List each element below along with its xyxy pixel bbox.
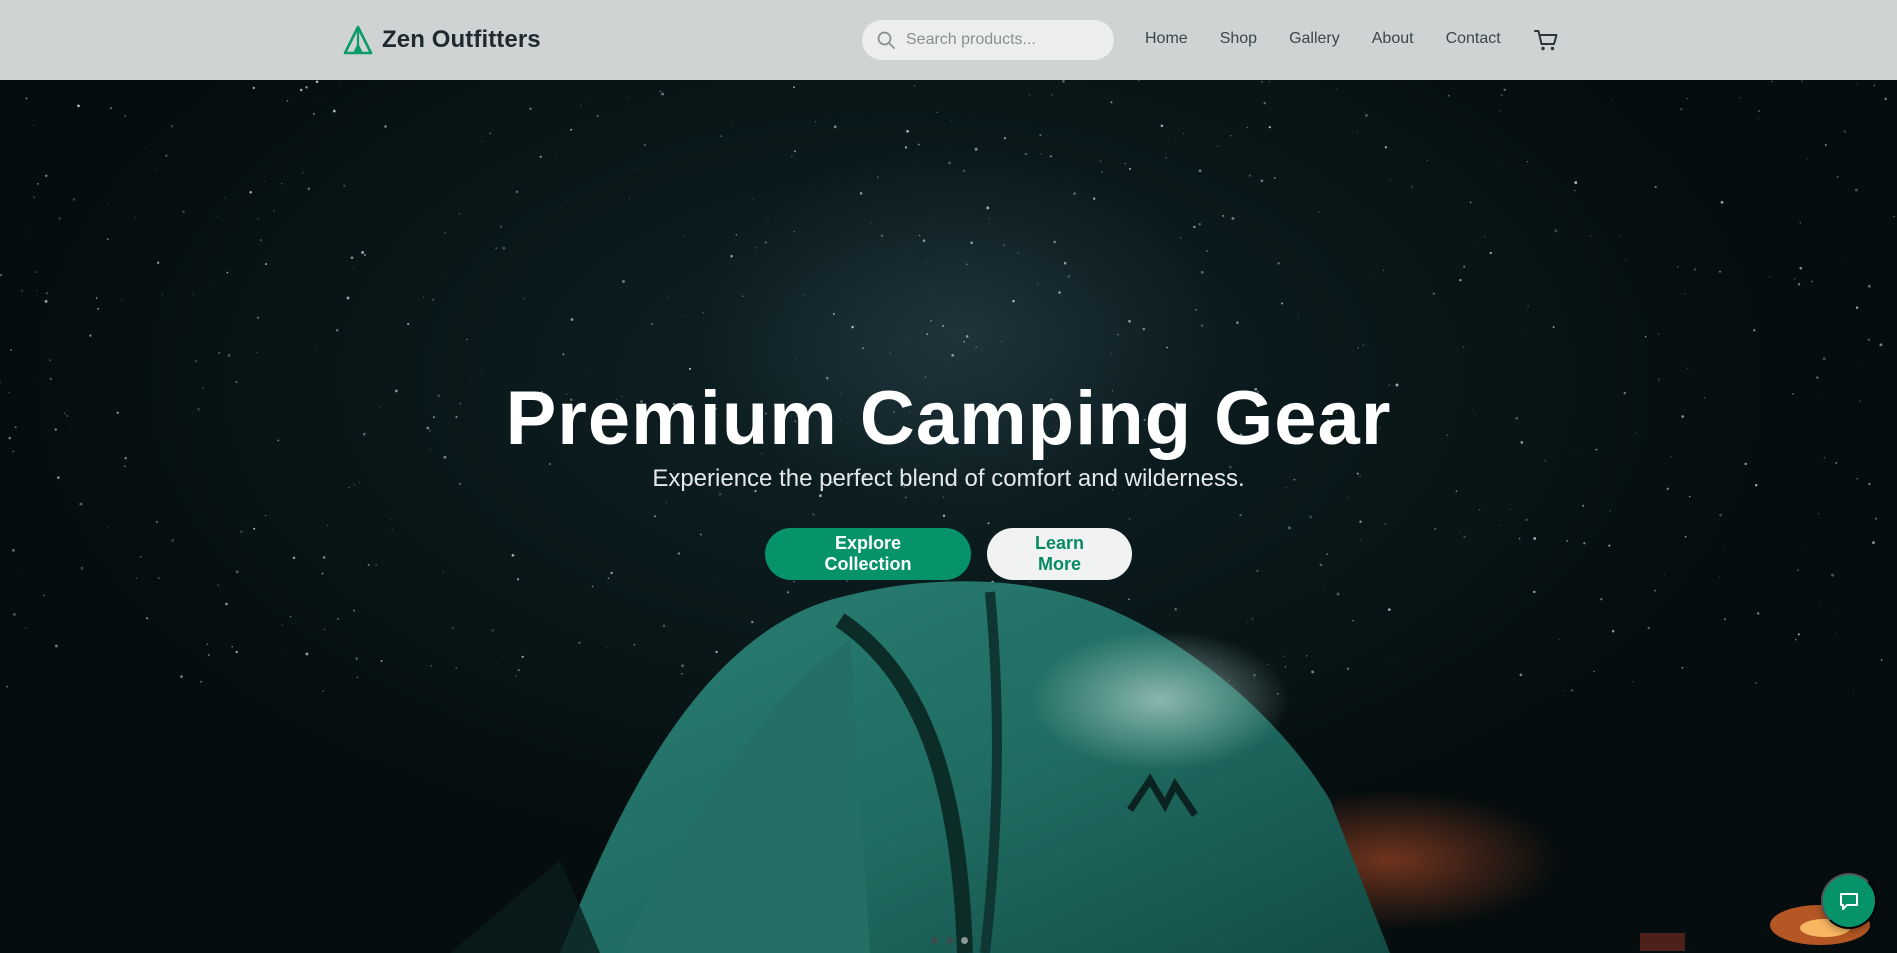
hero-cta-group: Explore Collection Learn More (0, 528, 1897, 580)
brand-name: Zen Outfitters (382, 26, 541, 53)
hero-subtitle: Experience the perfect blend of comfort … (652, 465, 1245, 492)
learn-more-button[interactable]: Learn More (987, 528, 1132, 580)
cart-icon[interactable] (1533, 27, 1559, 53)
nav-about[interactable]: About (1372, 28, 1414, 52)
nav-shop[interactable]: Shop (1220, 28, 1257, 52)
carousel-indicators (931, 937, 968, 944)
explore-collection-button[interactable]: Explore Collection (765, 528, 971, 580)
nav-home[interactable]: Home (1145, 28, 1188, 52)
chat-button[interactable] (1821, 873, 1877, 929)
search-icon (877, 31, 895, 49)
brand-logo-link[interactable]: Zen Outfitters (342, 24, 541, 56)
site-header: Zen Outfitters Home Shop Gallery About C… (0, 0, 1897, 80)
carousel-dot-1[interactable] (931, 937, 938, 944)
carousel-dot-2[interactable] (946, 937, 953, 944)
search-bar[interactable] (862, 20, 1114, 60)
hero-title: Premium Camping Gear (505, 376, 1392, 461)
chat-icon (1840, 893, 1858, 910)
search-input[interactable] (906, 31, 1106, 49)
hero-banner: Premium Camping Gear Experience the perf… (0, 80, 1897, 953)
tent-photo (450, 581, 1870, 953)
nav-gallery[interactable]: Gallery (1289, 28, 1340, 52)
nav-contact[interactable]: Contact (1446, 28, 1501, 52)
tent-icon (343, 25, 373, 55)
carousel-dot-3[interactable] (961, 937, 968, 944)
main-nav: Home Shop Gallery About Contact (1145, 28, 1533, 52)
